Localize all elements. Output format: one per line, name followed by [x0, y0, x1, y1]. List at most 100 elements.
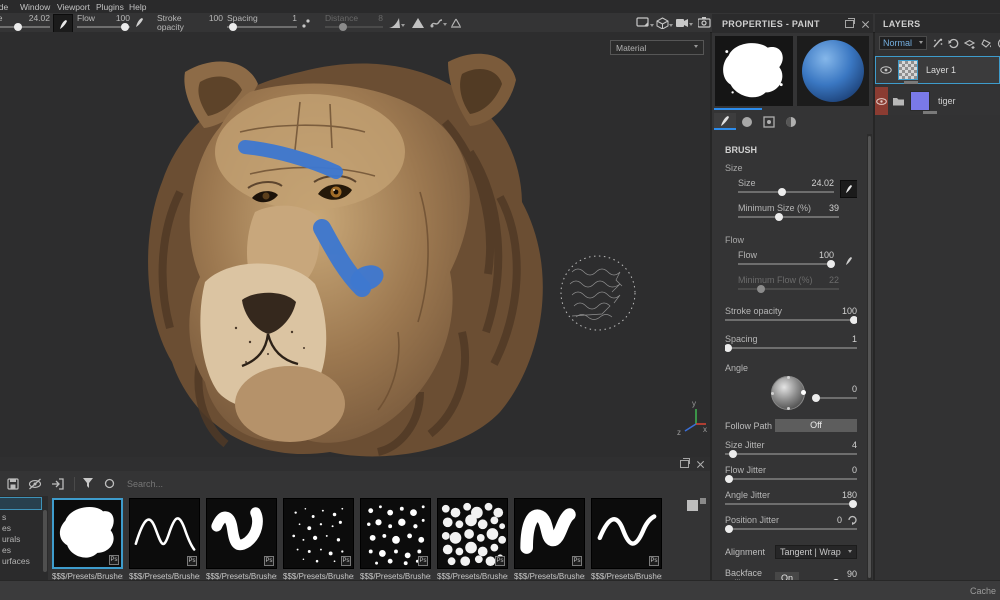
symmetry-icon[interactable] — [412, 18, 424, 28]
import-resources-icon[interactable] — [51, 478, 64, 490]
toolbar-stroke-opacity-control[interactable]: Stroke opacity100 — [157, 14, 223, 31]
folder-icon[interactable] — [892, 96, 905, 106]
geometry-cube-icon[interactable] — [656, 17, 673, 29]
layer-thumbnail[interactable] — [910, 91, 930, 111]
asset-category[interactable]: es — [2, 523, 11, 533]
randomize-seed-icon[interactable] — [847, 515, 857, 525]
brush-alpha-preview[interactable] — [715, 36, 793, 106]
size-slider[interactable] — [738, 188, 834, 197]
position-jitter-slider[interactable] — [725, 525, 857, 534]
toolbar-flow-control[interactable]: Flow100 — [77, 14, 130, 31]
angle-jitter-slider[interactable] — [725, 500, 857, 509]
stroke-opacity-value[interactable]: 100 — [842, 306, 857, 316]
backface-toggle[interactable]: On — [775, 572, 799, 580]
tab-brush[interactable] — [714, 113, 736, 130]
close-icon[interactable] — [696, 460, 704, 468]
flow-pressure-button[interactable] — [134, 17, 145, 28]
close-icon[interactable] — [861, 20, 869, 28]
thumbnail-size-icon[interactable] — [687, 500, 698, 511]
tab-material[interactable] — [780, 113, 802, 130]
sidebar-scrollbar[interactable] — [43, 510, 47, 572]
menu-mode[interactable]: Mode — [0, 2, 8, 12]
asset-category-selected[interactable] — [0, 497, 42, 510]
spacing-slider[interactable] — [725, 344, 857, 353]
follow-path-toggle[interactable]: Off — [775, 419, 857, 432]
flow-slider[interactable] — [738, 260, 834, 269]
visibility-eye-icon[interactable] — [880, 66, 892, 74]
flow-pressure-button[interactable] — [840, 252, 857, 270]
material-dropdown[interactable]: Material — [610, 40, 704, 55]
save-icon[interactable] — [7, 478, 19, 490]
position-jitter-value[interactable]: 0 — [837, 515, 842, 525]
flow-value[interactable]: 100 — [116, 14, 130, 23]
paint-bucket-icon[interactable] — [981, 38, 992, 49]
angle-field[interactable]: 0 — [725, 376, 857, 410]
flow-value[interactable]: 100 — [819, 250, 834, 260]
asset-category[interactable]: urals — [2, 534, 20, 544]
camera-video-icon[interactable] — [675, 18, 693, 28]
brush-tile[interactable]: Ps $$$/Presets/Brushes/... — [514, 498, 585, 580]
properties-scrollbar[interactable] — [867, 134, 872, 580]
tab-stencil[interactable] — [758, 113, 780, 130]
position-jitter-field[interactable]: Position Jitter 0 — [725, 515, 857, 534]
popout-icon[interactable] — [845, 20, 854, 28]
layer-thumbnail[interactable] — [898, 60, 918, 80]
size-pressure-button[interactable] — [53, 14, 73, 33]
size-value[interactable]: 24.02 — [811, 178, 834, 188]
min-size-value[interactable]: 39 — [829, 203, 839, 213]
toolbar-spacing-control[interactable]: Spacing1 — [227, 14, 297, 31]
stroke-opacity-slider[interactable] — [725, 316, 857, 325]
angle-slider[interactable] — [814, 394, 857, 403]
brush-tile[interactable]: Ps $$$/Presets/Brushes/... — [52, 498, 123, 580]
spacing-value[interactable]: 1 — [852, 334, 857, 344]
angle-jitter-value[interactable]: 180 — [842, 490, 857, 500]
popout-icon[interactable] — [680, 460, 689, 468]
backface-value[interactable]: 90 — [805, 569, 857, 579]
alignment-dropdown[interactable]: Tangent | Wrap — [775, 545, 857, 559]
brush-tile[interactable]: Ps $$$/Presets/Brushes/... — [437, 498, 508, 580]
viewport-3d[interactable]: y x z Material — [0, 32, 710, 457]
hide-icon[interactable] — [28, 478, 42, 490]
brush-stroke-preview[interactable] — [797, 36, 869, 106]
add-layer-icon[interactable] — [964, 38, 976, 49]
layer-mask-tag[interactable] — [875, 87, 888, 115]
layer-name[interactable]: Layer 1 — [926, 65, 956, 75]
camera-photo-icon[interactable] — [698, 17, 711, 28]
display-settings-icon[interactable] — [636, 17, 654, 29]
min-size-slider[interactable] — [738, 213, 839, 222]
lazy-mouse-icon[interactable] — [430, 18, 447, 28]
flow-field[interactable]: Flow100 — [738, 250, 834, 269]
size-jitter-field[interactable]: Size Jitter4 — [725, 440, 857, 459]
projection-icon[interactable] — [450, 18, 462, 28]
flow-slider[interactable] — [77, 23, 130, 32]
angle-value[interactable]: 0 — [814, 384, 857, 394]
refresh-icon[interactable] — [104, 478, 115, 489]
angle-jitter-field[interactable]: Angle Jitter180 — [725, 490, 857, 509]
flow-jitter-value[interactable]: 0 — [852, 465, 857, 475]
flow-jitter-slider[interactable] — [725, 475, 857, 484]
size-jitter-value[interactable]: 4 — [852, 440, 857, 450]
asset-category[interactable]: urfaces — [2, 556, 30, 566]
asset-category[interactable]: es — [2, 545, 11, 555]
falloff-curve-icon[interactable] — [388, 17, 405, 29]
spacing-slider[interactable] — [227, 23, 297, 32]
menu-viewport[interactable]: Viewport — [57, 2, 90, 12]
brush-tile[interactable]: Ps $$$/Presets/Brushes/... — [360, 498, 431, 580]
size-jitter-slider[interactable] — [725, 450, 857, 459]
angle-dial[interactable] — [771, 376, 805, 410]
size-slider[interactable] — [0, 23, 50, 32]
size-pressure-button[interactable] — [840, 180, 857, 198]
search-input[interactable] — [125, 478, 429, 490]
flow-jitter-field[interactable]: Flow Jitter0 — [725, 465, 857, 484]
brush-tile[interactable]: Ps $$$/Presets/Brushes/... — [283, 498, 354, 580]
brush-tile[interactable]: Ps $$$/Presets/Brushes/... — [129, 498, 200, 580]
blend-mode-dropdown[interactable]: Normal — [879, 36, 927, 50]
spacing-field[interactable]: Spacing1 — [725, 334, 857, 353]
add-effect-icon[interactable] — [932, 38, 943, 49]
size-value[interactable]: 24.02 — [29, 14, 50, 23]
min-size-field[interactable]: Minimum Size (%)39 — [738, 203, 839, 222]
layer-row-1[interactable]: Layer 1 — [875, 56, 1000, 84]
toolbar-size-control[interactable]: Size24.02 — [0, 14, 50, 31]
thumbnail-size-small-icon[interactable] — [700, 498, 706, 504]
tab-alpha[interactable] — [736, 113, 758, 130]
